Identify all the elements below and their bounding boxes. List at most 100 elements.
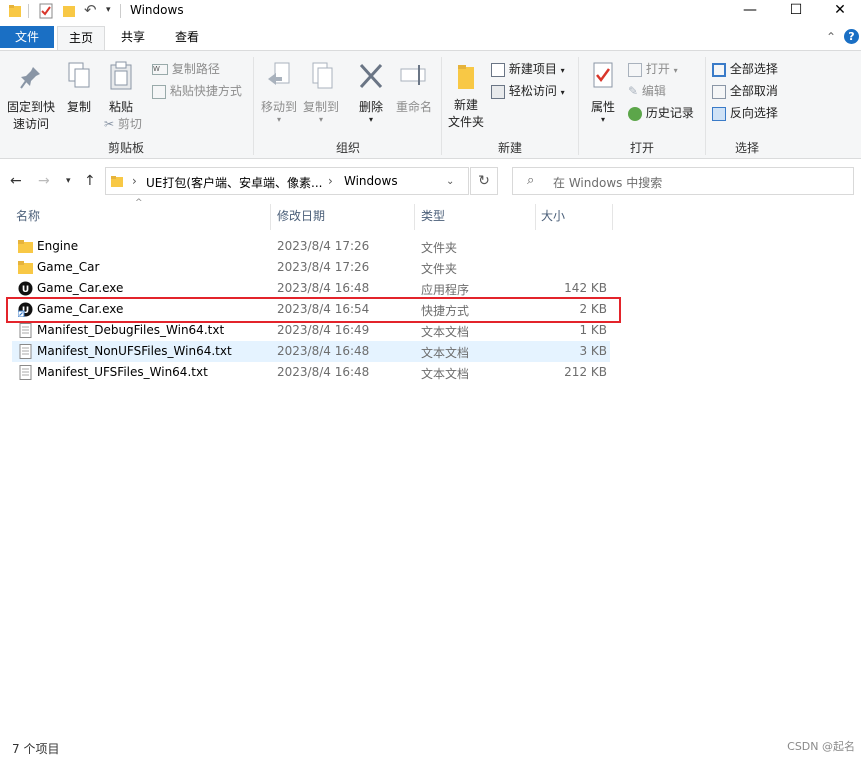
group-label-open: 打开 <box>629 141 654 155</box>
forward-arrow-icon[interactable]: → <box>38 173 50 189</box>
pin-label-line2: 速访问 <box>12 117 49 131</box>
address-bar[interactable]: › UE打包(客户端、安卓端、像素... › Windows ⌄ <box>105 167 469 195</box>
file-row[interactable]: Manifest_UFSFiles_Win64.txt 2023/8/4 16:… <box>12 362 610 383</box>
file-date: 2023/8/4 16:49 <box>277 323 370 337</box>
open-button[interactable]: 打开 ▾ <box>628 60 678 77</box>
column-divider[interactable] <box>612 204 613 230</box>
file-type: 文本文档 <box>421 367 470 381</box>
move-to-label: 移动到 <box>260 100 297 114</box>
easy-access-icon <box>491 84 505 99</box>
easy-access-label: 轻松访问 <box>508 84 557 98</box>
copy-to-button[interactable]: 复制到 ▾ <box>301 61 341 124</box>
undo-icon[interactable]: ↶ <box>84 1 97 19</box>
chevron-down-icon: ▾ <box>560 66 565 75</box>
column-header-date[interactable]: 修改日期 <box>277 207 325 224</box>
properties-button[interactable]: 属性 ▾ <box>586 61 620 124</box>
maximize-button[interactable]: ☐ <box>773 0 819 22</box>
breadcrumb-current[interactable]: Windows <box>344 174 398 188</box>
open-icon <box>628 62 642 77</box>
tab-view[interactable]: 查看 <box>164 26 210 50</box>
history-button[interactable]: 历史记录 <box>628 104 694 121</box>
refresh-button[interactable]: ↻ <box>470 167 498 195</box>
properties-quick-icon[interactable] <box>38 3 54 19</box>
copy-label: 复制 <box>66 100 91 114</box>
file-row[interactable]: U Game_Car.exe 2023/8/4 16:48 应用程序 142 K… <box>12 278 610 299</box>
close-button[interactable]: ✕ <box>817 0 861 22</box>
invert-selection-icon <box>712 106 726 121</box>
file-row[interactable]: Engine 2023/8/4 17:26 文件夹 <box>12 236 610 257</box>
file-size: 1 KB <box>579 323 607 337</box>
file-row[interactable]: Game_Car 2023/8/4 17:26 文件夹 <box>12 257 610 278</box>
group-label-new: 新建 <box>497 141 522 155</box>
pin-label-line1: 固定到快 <box>6 100 55 114</box>
new-folder-label-line1: 新建 <box>453 98 478 112</box>
edit-button[interactable]: ✎ 编辑 <box>628 82 666 99</box>
new-folder-quick-icon[interactable] <box>62 3 76 19</box>
paste-icon <box>110 61 132 90</box>
copy-path-button[interactable]: W 复制路径 <box>152 60 220 77</box>
tab-share[interactable]: 共享 <box>110 26 156 50</box>
address-dropdown-chevron-icon[interactable]: ⌄ <box>446 176 454 187</box>
new-item-button[interactable]: 新建项目 ▾ <box>491 60 565 77</box>
move-to-icon <box>268 62 290 85</box>
column-header-type[interactable]: 类型 <box>421 207 445 224</box>
select-all-button[interactable]: 全部选择 <box>712 60 778 77</box>
file-date: 2023/8/4 16:48 <box>277 281 370 295</box>
refresh-icon: ↻ <box>478 173 490 189</box>
copy-button[interactable]: 复制 <box>62 61 96 115</box>
cut-button[interactable]: ✂ 剪切 <box>104 115 142 132</box>
svg-text:U: U <box>22 285 29 295</box>
file-size: 3 KB <box>579 344 607 358</box>
paste-button[interactable]: 粘贴 <box>104 61 138 115</box>
invert-selection-button[interactable]: 反向选择 <box>712 104 778 121</box>
pin-quick-access-button[interactable]: 固定到快 速访问 <box>4 65 58 132</box>
file-type: 文件夹 <box>421 241 458 255</box>
copy-path-icon: W <box>152 64 168 75</box>
delete-button[interactable]: 删除 ▾ <box>353 61 389 124</box>
breadcrumb-parent[interactable]: UE打包(客户端、安卓端、像素... <box>146 174 323 191</box>
file-type: 文本文档 <box>421 346 470 360</box>
paste-shortcut-button[interactable]: 粘贴快捷方式 <box>152 82 242 99</box>
file-date: 2023/8/4 16:48 <box>277 365 370 379</box>
easy-access-button[interactable]: 轻松访问 ▾ <box>491 82 565 99</box>
chevron-down-icon: ▾ <box>560 88 565 97</box>
chevron-down-icon: ▾ <box>318 115 323 124</box>
move-to-button[interactable]: 移动到 ▾ <box>259 61 299 124</box>
select-none-label: 全部取消 <box>729 84 778 98</box>
new-item-icon <box>491 62 505 77</box>
search-icon: ⌕ <box>527 173 535 188</box>
new-folder-button[interactable]: 新建 文件夹 <box>446 61 486 130</box>
collapse-ribbon-icon[interactable]: ⌃ <box>826 30 836 44</box>
column-divider[interactable] <box>270 204 271 230</box>
column-divider[interactable] <box>535 204 536 230</box>
search-placeholder: 在 Windows 中搜索 <box>553 176 663 190</box>
group-label-select: 选择 <box>734 141 759 155</box>
column-header-size[interactable]: 大小 <box>541 207 565 224</box>
help-icon[interactable]: ? <box>844 29 859 44</box>
file-name: Manifest_UFSFiles_Win64.txt <box>37 365 208 379</box>
file-name: Game_Car <box>37 260 100 274</box>
file-row-hovered[interactable]: Manifest_NonUFSFiles_Win64.txt 2023/8/4 … <box>12 341 610 362</box>
up-arrow-icon[interactable]: ↑ <box>84 173 96 189</box>
search-box[interactable]: ⌕ 在 Windows 中搜索 <box>512 167 854 195</box>
file-size: 212 KB <box>564 365 607 379</box>
edit-pencil-icon: ✎ <box>628 84 639 98</box>
copy-to-label: 复制到 <box>302 100 339 114</box>
tab-file[interactable]: 文件 <box>0 26 54 48</box>
column-header-name[interactable]: 名称 <box>16 207 40 224</box>
group-label-clipboard: 剪贴板 <box>107 141 144 155</box>
history-label: 历史记录 <box>645 106 694 120</box>
select-all-icon <box>712 62 726 77</box>
recent-locations-chevron-icon[interactable]: ▾ <box>66 176 71 186</box>
file-row[interactable]: Manifest_DebugFiles_Win64.txt 2023/8/4 1… <box>12 320 610 341</box>
column-divider[interactable] <box>414 204 415 230</box>
new-folder-label-line2: 文件夹 <box>447 115 484 129</box>
folder-icon <box>111 176 123 187</box>
rename-button[interactable]: 重命名 <box>393 61 435 115</box>
back-arrow-icon[interactable]: ← <box>10 173 22 189</box>
select-none-button[interactable]: 全部取消 <box>712 82 778 99</box>
group-label-organize: 组织 <box>335 141 360 155</box>
customize-quick-access-icon[interactable]: ▾ <box>106 5 111 21</box>
tab-home[interactable]: 主页 <box>57 26 105 50</box>
minimize-button[interactable]: — <box>727 0 773 22</box>
